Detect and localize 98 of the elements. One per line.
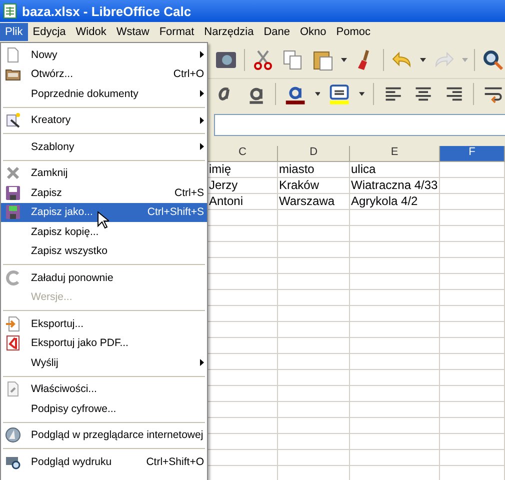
table-cell <box>278 226 350 242</box>
floppy-icon <box>5 204 21 220</box>
menu-item[interactable]: Właściwości... <box>1 380 207 399</box>
globe-icon <box>5 427 21 444</box>
table-cell <box>440 402 505 418</box>
table-cell <box>440 450 505 466</box>
cut-icon[interactable] <box>251 48 275 72</box>
menu-item[interactable]: Eksportuj jako PDF... <box>1 334 207 353</box>
menu-bar-item[interactable]: Format <box>154 23 200 41</box>
table-cell <box>278 210 350 226</box>
column-header[interactable]: E <box>350 146 440 162</box>
menu-item[interactable]: Podpisy cyfrowe... <box>1 399 207 418</box>
reload-icon <box>5 270 21 286</box>
page-icon <box>5 381 21 398</box>
table-cell <box>440 210 505 226</box>
column-header[interactable]: D <box>278 146 350 162</box>
column-header[interactable]: C <box>208 146 278 162</box>
table-cell <box>278 290 350 306</box>
menu-item[interactable]: Zapisz jako... Ctrl+Shift+S <box>1 202 207 222</box>
table-cell <box>278 306 350 322</box>
wand-icon <box>5 112 21 128</box>
menu-item[interactable]: Podgląd w przeglądarce internetowej <box>1 426 207 445</box>
table-cell <box>278 338 350 354</box>
menu-item[interactable]: Podgląd wydruku Ctrl+Shift+O <box>1 452 207 472</box>
table-cell: Kraków <box>278 178 350 194</box>
table-cell <box>440 306 505 322</box>
menu-item[interactable]: Szablony <box>1 137 207 156</box>
mouse-cursor-icon <box>97 211 109 229</box>
menu-bar-item[interactable]: Wstaw <box>111 23 154 41</box>
table-cell <box>440 386 505 402</box>
table-cell: ulica <box>350 162 440 178</box>
table-cell <box>440 370 505 386</box>
window-title: baza.xlsx - LibreOffice Calc <box>22 4 192 18</box>
table-cell <box>278 418 350 434</box>
menu-bar-item[interactable]: Okno <box>295 23 332 41</box>
table-cell <box>278 434 350 450</box>
menu-bar-item[interactable]: Edycja <box>28 23 71 41</box>
table-cell <box>278 274 350 290</box>
dropdown-icon[interactable] <box>341 57 347 63</box>
menu-item[interactable]: Zapisz wszystko <box>1 242 207 261</box>
dropdown-icon[interactable] <box>420 57 426 63</box>
table-cell <box>440 354 505 370</box>
table-cell <box>440 258 505 274</box>
table-cell <box>440 242 505 258</box>
menu-bar-item[interactable]: Widok <box>70 23 112 41</box>
menu-item[interactable]: Zapisz Ctrl+S <box>1 183 207 202</box>
menu-bar-item[interactable]: Dane <box>258 23 295 41</box>
menu-item[interactable]: Kreatory <box>1 110 207 130</box>
table-cell <box>278 386 350 402</box>
menu-item[interactable]: Zapisz kopię... <box>1 222 207 242</box>
menu-bar-item[interactable]: Pomoc <box>331 23 376 41</box>
submenu-arrow-icon <box>200 143 204 150</box>
submenu-arrow-icon <box>200 116 204 124</box>
submenu-arrow-icon <box>200 51 204 58</box>
table-cell <box>278 402 350 418</box>
table-cell <box>278 258 350 274</box>
menu-item[interactable]: Poprzednie dokumenty <box>1 84 207 104</box>
dropdown-icon[interactable] <box>314 91 320 97</box>
menu-item[interactable]: Zamknij <box>1 164 207 183</box>
close-icon <box>5 165 21 182</box>
highlight-icon[interactable] <box>328 82 352 106</box>
submenu-arrow-icon <box>200 90 204 97</box>
column-header[interactable]: F <box>440 146 505 162</box>
table-cell <box>278 242 350 258</box>
table-cell: Wiatraczna 4/33 <box>350 178 440 194</box>
table-cell <box>440 162 505 178</box>
table-cell <box>440 338 505 354</box>
table-cell <box>278 450 350 466</box>
table-cell <box>440 178 505 194</box>
table-cell: Warszawa <box>278 194 350 210</box>
table-cell <box>440 274 505 290</box>
table-cell <box>278 354 350 370</box>
menu-item[interactable]: Wyślij <box>1 353 207 372</box>
menu-item[interactable]: Eksportuj... <box>1 314 207 334</box>
dropdown-icon[interactable] <box>359 91 365 97</box>
table-cell <box>440 194 505 210</box>
menu-bar-item[interactable]: Narzędzia <box>199 23 259 41</box>
submenu-arrow-icon <box>200 359 204 366</box>
table-cell <box>440 322 505 338</box>
floppy-icon <box>5 184 21 201</box>
table-cell <box>440 434 505 450</box>
formula-input-field[interactable] <box>214 114 505 136</box>
search-icon[interactable] <box>481 48 505 72</box>
page-icon <box>5 46 21 63</box>
spreadsheet-icon <box>3 3 17 19</box>
menu-item[interactable]: Otwórz... Ctrl+O <box>1 64 207 84</box>
menu-item[interactable]: Załaduj ponownie <box>1 268 207 288</box>
table-cell <box>278 370 350 386</box>
menu-item[interactable]: Nowy <box>1 45 207 64</box>
table-cell <box>440 226 505 242</box>
table-cell: miasto <box>278 162 350 178</box>
table-cell <box>440 418 505 434</box>
export-icon <box>5 316 21 332</box>
table-cell <box>278 322 350 338</box>
pdf-icon <box>5 335 21 352</box>
table-cell: Agrykola 4/2 <box>350 194 440 210</box>
table-cell <box>440 290 505 306</box>
menu-bar-item[interactable]: Plik <box>0 23 28 41</box>
